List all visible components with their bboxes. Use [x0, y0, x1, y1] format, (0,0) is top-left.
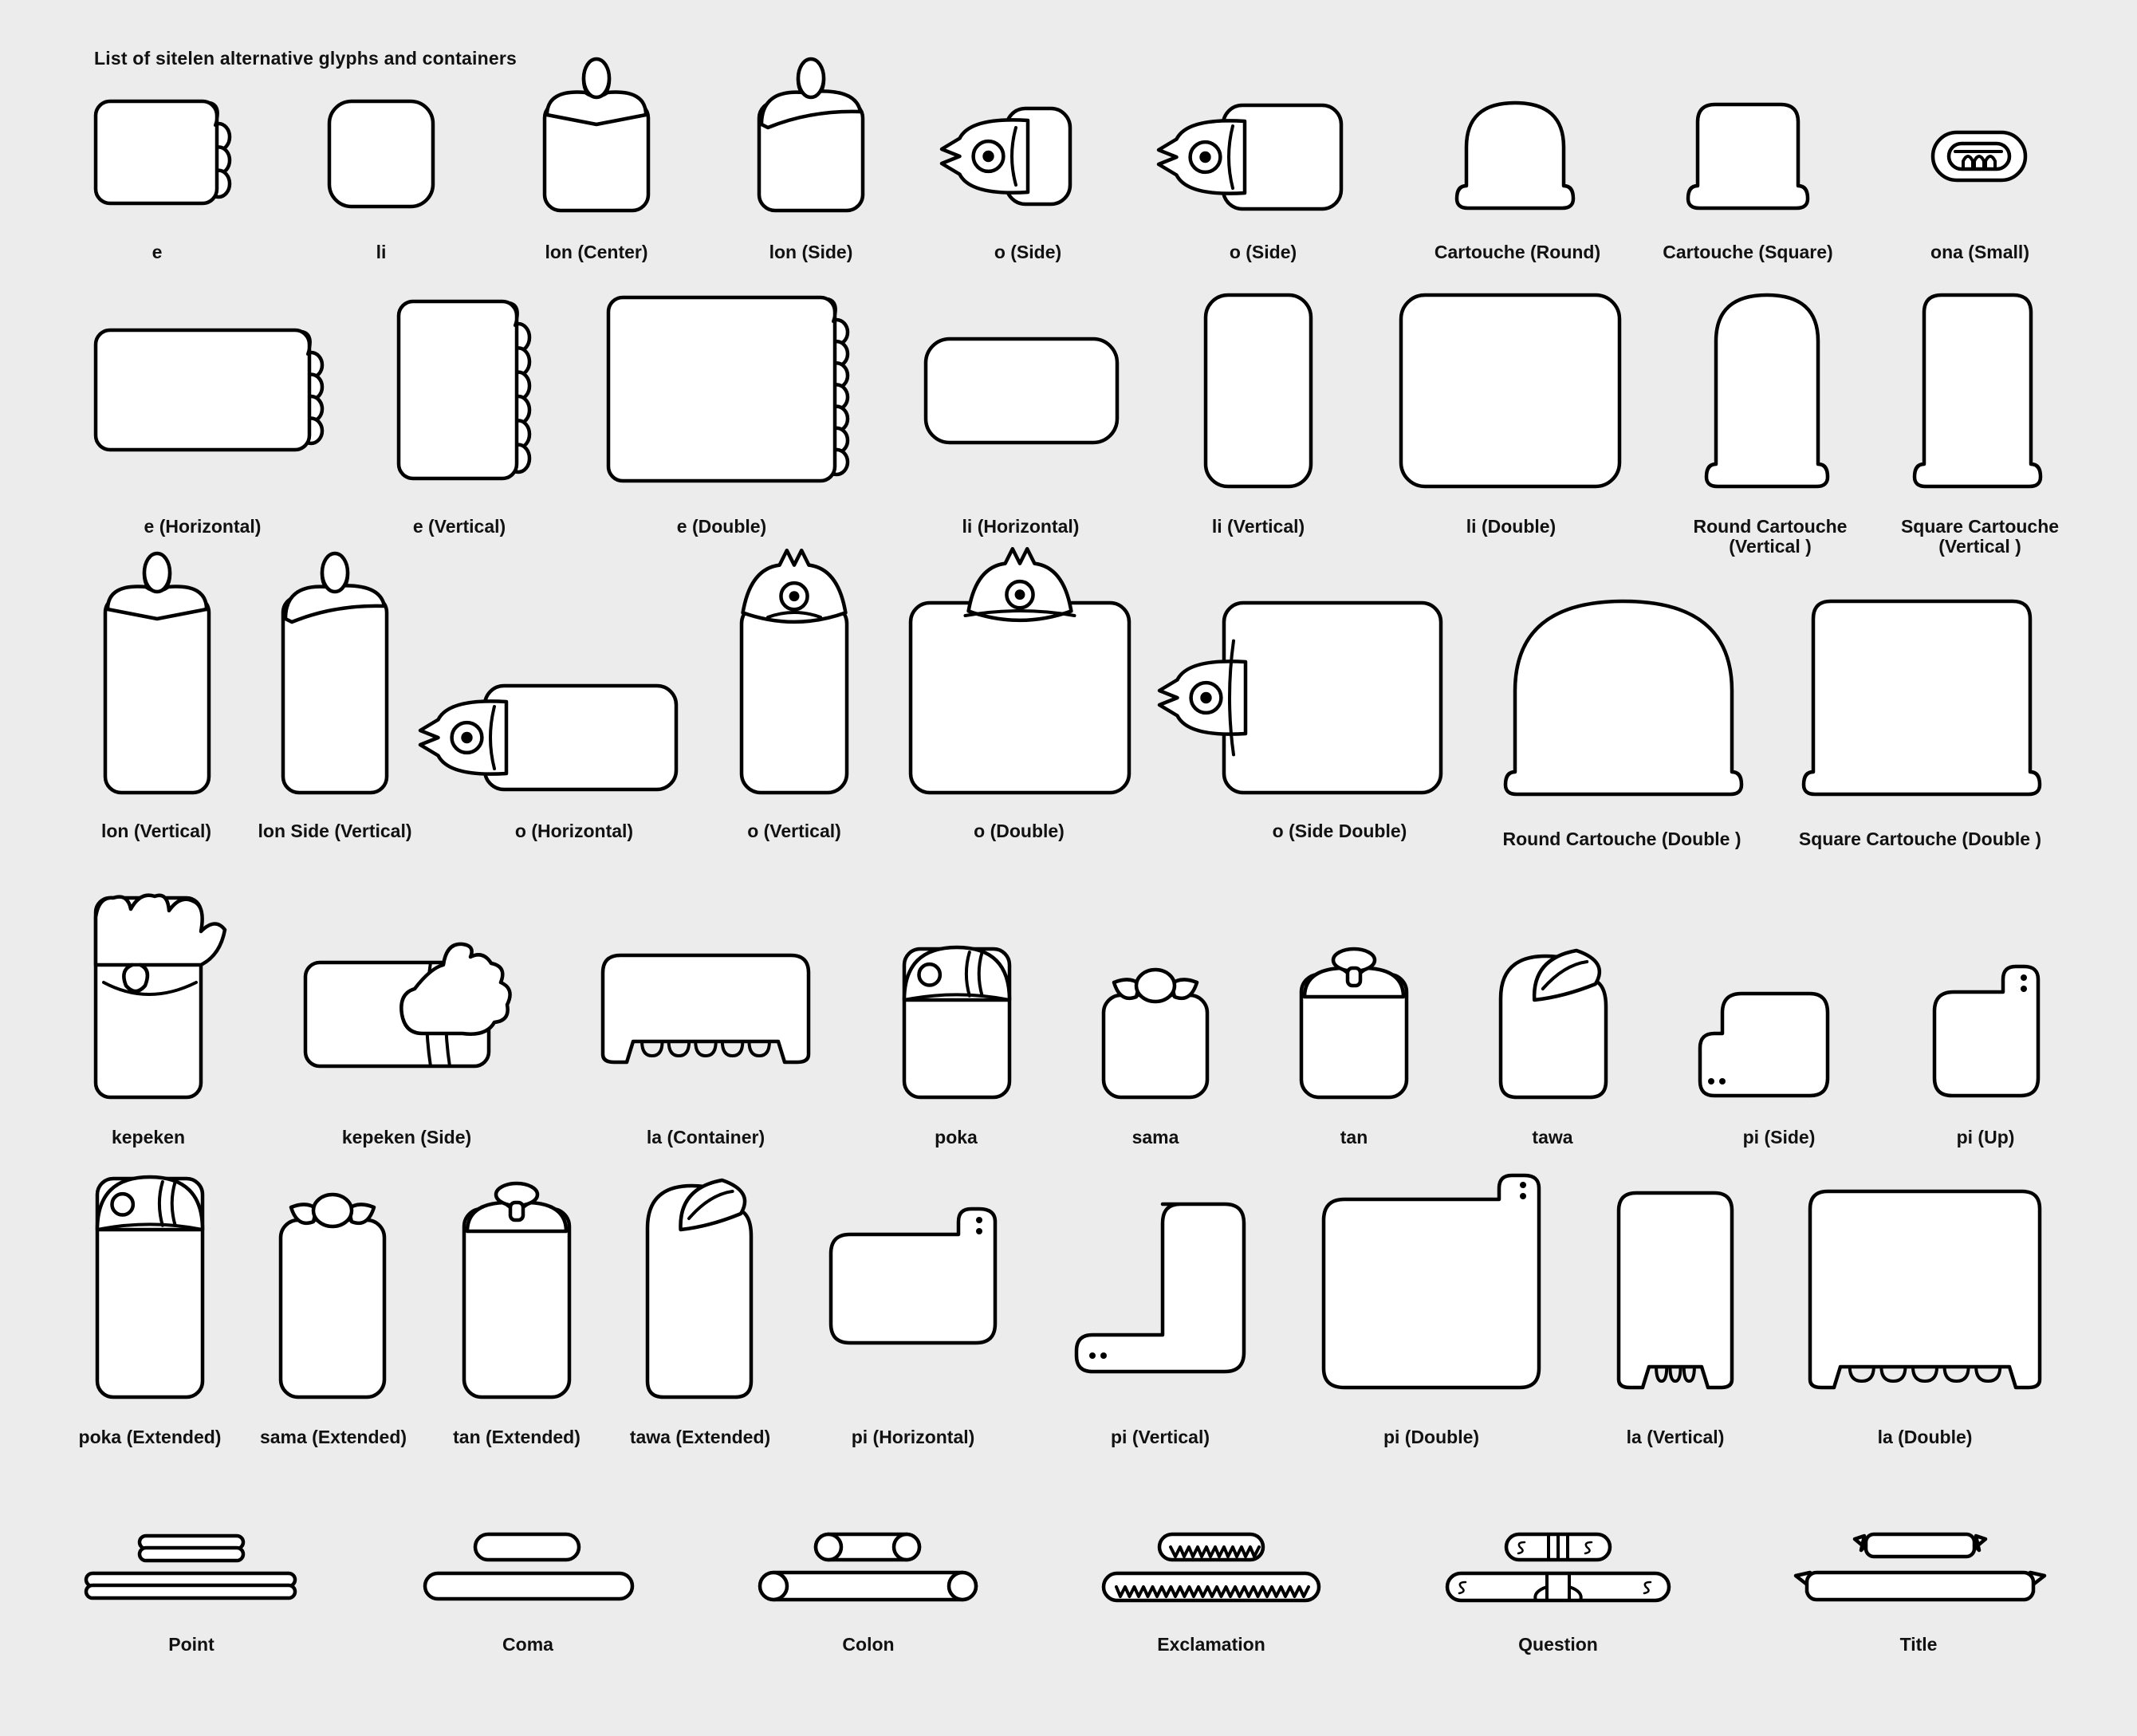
glyph-lon-vertical [103, 551, 211, 795]
label-pi-up: pi (Up) [1956, 1127, 2015, 1147]
label-pi-double: pi (Double) [1383, 1427, 1480, 1447]
label-kepeken-side: kepeken (Side) [341, 1127, 472, 1147]
label-exclamation: Exclamation [1157, 1634, 1265, 1655]
label-la-double: la (Double) [1877, 1427, 1973, 1447]
glyph-tawa-extended [645, 1178, 754, 1399]
label-e-horizontal: e (Horizontal) [144, 516, 262, 537]
glyph-la-double [1808, 1189, 2042, 1390]
glyph-e-horizontal [93, 328, 325, 452]
glyph-tawa [1498, 948, 1608, 1100]
label-pi-horizontal: pi (Horizontal) [851, 1427, 975, 1447]
label-lon-side-vertical: lon Side (Vertical) [258, 821, 412, 841]
glyph-pi-vertical [1074, 1202, 1246, 1374]
label-li: li [376, 242, 387, 262]
label-o-side-2: o (Side) [1229, 242, 1297, 262]
label-tan: tan [1340, 1127, 1368, 1147]
glyph-li-vertical [1203, 293, 1313, 489]
glyph-question [1445, 1532, 1671, 1603]
glyph-pi-side [1698, 991, 1830, 1098]
glyph-kepeken [93, 893, 227, 1100]
label-point: Point [168, 1634, 214, 1655]
label-tawa: tawa [1532, 1127, 1573, 1147]
label-square-cartouche-double: Square Cartouche (Double ) [1798, 829, 2042, 849]
label-coma: Coma [502, 1634, 553, 1655]
glyph-sama-extended [278, 1192, 387, 1399]
glyph-cartouche-round [1454, 100, 1576, 211]
glyph-li [327, 99, 435, 209]
glyph-pi-double [1321, 1173, 1541, 1390]
label-ona-small: ona (Small) [1930, 242, 2029, 262]
glyph-pi-horizontal [828, 1207, 998, 1345]
label-pi-vertical: pi (Vertical) [1111, 1427, 1210, 1447]
label-question: Question [1518, 1634, 1598, 1655]
glyph-cartouche-square [1686, 102, 1810, 211]
glyph-o-vertical [739, 548, 849, 795]
label-o-vertical: o (Vertical) [747, 821, 841, 841]
glyph-e [93, 99, 232, 206]
label-e-double: e (Double) [676, 516, 767, 537]
glyph-li-horizontal [923, 337, 1120, 445]
label-sama: sama [1131, 1127, 1179, 1147]
label-tawa-extended: tawa (Extended) [629, 1427, 771, 1447]
glyph-colon [758, 1532, 978, 1602]
label-lon-center: lon (Center) [545, 242, 648, 262]
glyph-poka [902, 945, 1012, 1100]
glyph-square-cartouche-vertical [1912, 293, 2043, 489]
glyph-point [84, 1533, 297, 1600]
glyph-e-double [606, 295, 850, 483]
label-e-vertical: e (Vertical) [412, 516, 506, 537]
glyph-la-container [600, 953, 811, 1065]
label-title-glyph: Title [1899, 1634, 1938, 1655]
label-o-horizontal: o (Horizontal) [514, 821, 634, 841]
glyph-lon-side [757, 57, 865, 213]
label-li-horizontal: li (Horizontal) [962, 516, 1080, 537]
label-li-double: li (Double) [1466, 516, 1557, 537]
label-la-vertical: la (Vertical) [1626, 1427, 1725, 1447]
glyph-o-side-1 [939, 106, 1072, 207]
label-o-double: o (Double) [974, 821, 1065, 841]
glyph-round-cartouche-double [1503, 599, 1744, 797]
label-e: e [152, 242, 163, 262]
glyph-kepeken-side [303, 942, 512, 1069]
label-lon-side: lon (Side) [769, 242, 853, 262]
glyph-square-cartouche-double [1801, 599, 2042, 797]
label-cartouche-round: Cartouche (Round) [1434, 242, 1601, 262]
glyph-pi-up [1932, 964, 2041, 1098]
label-round-cartouche-vertical: Round Cartouche (Vertical ) [1693, 516, 1848, 557]
glyph-ona-small [1930, 130, 2028, 183]
glyph-lon-center [542, 57, 651, 213]
glyph-tan [1299, 947, 1409, 1100]
label-kepeken: kepeken [111, 1127, 186, 1147]
label-round-cartouche-double: Round Cartouche (Double ) [1502, 829, 1741, 849]
label-poka-extended: poka (Extended) [78, 1427, 222, 1447]
glyph-li-double [1399, 293, 1622, 489]
glyph-sheet: List of sitelen alternative glyphs and c… [0, 0, 2137, 1736]
glyph-tan-extended [462, 1181, 572, 1399]
label-square-cartouche-vertical: Square Cartouche (Vertical ) [1900, 516, 2060, 557]
glyph-lon-side-vertical [281, 551, 389, 795]
label-pi-side: pi (Side) [1742, 1127, 1816, 1147]
label-lon-vertical: lon (Vertical) [100, 821, 212, 841]
glyph-sama [1101, 967, 1210, 1100]
label-colon: Colon [842, 1634, 895, 1655]
glyph-poka-extended [95, 1175, 205, 1399]
glyph-la-vertical [1616, 1191, 1734, 1390]
label-cartouche-square: Cartouche (Square) [1663, 242, 1833, 262]
glyph-title [1793, 1532, 2047, 1602]
glyph-round-cartouche-vertical [1704, 293, 1830, 489]
label-o-side-1: o (Side) [994, 242, 1062, 262]
glyph-e-vertical [396, 299, 532, 481]
glyph-o-side-double [1157, 600, 1443, 795]
label-la-container: la (Container) [646, 1127, 765, 1147]
label-li-vertical: li (Vertical) [1211, 516, 1305, 537]
glyph-coma [423, 1532, 635, 1601]
glyph-o-horizontal [418, 683, 679, 792]
glyph-o-side-2 [1156, 103, 1344, 211]
label-o-side-double: o (Side Double) [1272, 821, 1407, 841]
label-tan-extended: tan (Extended) [453, 1427, 580, 1447]
label-poka: poka [935, 1127, 978, 1147]
label-sama-extended: sama (Extended) [259, 1427, 407, 1447]
glyph-exclamation [1101, 1532, 1321, 1603]
glyph-o-double [908, 546, 1131, 795]
